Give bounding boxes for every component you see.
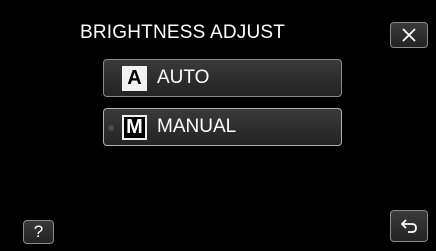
manual-option-button[interactable]: M MANUAL <box>103 108 342 146</box>
auto-option-button[interactable]: A AUTO <box>103 59 342 97</box>
back-icon <box>401 219 417 233</box>
page-title: BRIGHTNESS ADJUST <box>80 22 286 43</box>
auto-mode-icon: A <box>122 65 147 91</box>
manual-mode-icon: M <box>122 114 147 140</box>
selection-indicator <box>108 125 114 131</box>
close-button[interactable] <box>390 22 428 48</box>
manual-option-label: MANUAL <box>157 116 237 137</box>
close-icon <box>402 28 416 42</box>
auto-option-label: AUTO <box>157 67 210 88</box>
back-button[interactable] <box>390 210 428 242</box>
help-button[interactable]: ? <box>23 220 54 244</box>
